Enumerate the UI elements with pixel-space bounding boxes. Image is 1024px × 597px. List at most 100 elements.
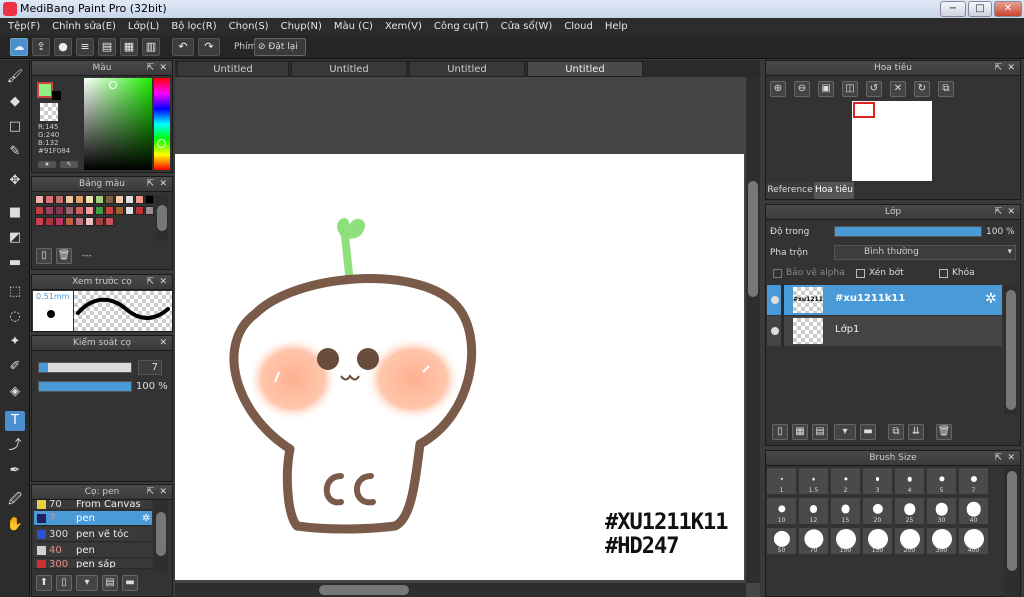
- close-button[interactable]: ✕: [994, 1, 1022, 17]
- float-icon[interactable]: ⇱: [146, 275, 154, 290]
- select-eraser-icon[interactable]: ◈: [5, 382, 25, 402]
- float-icon[interactable]: ⇱: [146, 485, 154, 500]
- close-panel-icon[interactable]: ✕: [159, 275, 167, 290]
- lock-checkbox[interactable]: [939, 269, 948, 278]
- color-tool-icon[interactable]: ✎: [60, 161, 78, 168]
- brush-size-cell[interactable]: 150: [862, 527, 893, 555]
- new-layer-icon[interactable]: ▯: [772, 424, 788, 440]
- menu-window[interactable]: Cửa sổ(W): [501, 21, 553, 32]
- new-palette-icon[interactable]: ▯: [36, 248, 52, 264]
- dot-tool-icon[interactable]: ✎: [5, 142, 25, 162]
- float-icon[interactable]: ⇱: [146, 61, 154, 76]
- palette-swatch[interactable]: [35, 206, 44, 215]
- chart-icon[interactable]: ▥: [142, 38, 160, 56]
- palette-swatch[interactable]: [85, 195, 94, 204]
- brush-size-cell[interactable]: 4: [894, 467, 925, 495]
- menu-layer[interactable]: Lớp(L): [128, 21, 159, 32]
- share-icon[interactable]: ⇪: [32, 38, 50, 56]
- brush-item-selected[interactable]: 7 pen ✲: [34, 511, 152, 526]
- palette-swatch[interactable]: [75, 195, 84, 204]
- hue-slider[interactable]: [154, 78, 170, 170]
- brush-add-icon[interactable]: ⬆: [36, 575, 52, 591]
- bucket-tool-icon[interactable]: ◩: [5, 228, 25, 248]
- undo-icon[interactable]: ↶: [172, 38, 194, 56]
- brush-size-cell[interactable]: 10: [766, 497, 797, 525]
- brush-size-cell[interactable]: 1.5: [798, 467, 829, 495]
- reset-button[interactable]: ⊘ Đặt lại: [254, 38, 306, 56]
- gradient-tool-icon[interactable]: ▬: [5, 253, 25, 273]
- protect-alpha-checkbox[interactable]: [773, 269, 782, 278]
- brush-size-cell[interactable]: 12: [798, 497, 829, 525]
- palette-swatch[interactable]: [105, 206, 114, 215]
- list-icon[interactable]: ≡: [76, 38, 94, 56]
- palette-swatch[interactable]: [85, 217, 94, 226]
- layer-menu-icon[interactable]: ▾: [834, 424, 856, 440]
- duplicate-layer-icon[interactable]: ⧉: [888, 424, 904, 440]
- palette-swatch[interactable]: [55, 206, 64, 215]
- comment-icon[interactable]: ●: [54, 38, 72, 56]
- brush-size-cell[interactable]: 40: [958, 497, 989, 525]
- palette-swatch[interactable]: [125, 195, 134, 204]
- brush-size-cell[interactable]: 7: [958, 467, 989, 495]
- brush-item[interactable]: 300 pen vẽ tóc: [34, 527, 152, 542]
- palette-swatch[interactable]: [95, 195, 104, 204]
- rotate-right-icon[interactable]: ↻: [914, 81, 930, 97]
- close-panel-icon[interactable]: ✕: [159, 61, 167, 76]
- brush-size-cell[interactable]: 70: [798, 527, 829, 555]
- brush-copy-icon[interactable]: ▤: [102, 575, 118, 591]
- tab-untitled-active[interactable]: Untitled: [527, 61, 643, 77]
- menu-file[interactable]: Tệp(F): [8, 21, 40, 32]
- layer-row-selected[interactable]: #xu1211k11 #xu1211k11 ✲: [767, 285, 1002, 315]
- brush-folder-icon[interactable]: ▬: [122, 575, 138, 591]
- brush-item[interactable]: 70 From Canvas: [34, 500, 152, 510]
- menu-color[interactable]: Màu (C): [334, 21, 373, 32]
- brush-size-value[interactable]: 7: [138, 360, 162, 375]
- palette-swatch[interactable]: [125, 206, 134, 215]
- actual-size-icon[interactable]: ◫: [842, 81, 858, 97]
- layer-opacity-slider[interactable]: [834, 226, 982, 237]
- operation-tool-icon[interactable]: ⤴: [5, 436, 25, 456]
- tab-untitled[interactable]: Untitled: [177, 61, 289, 77]
- palette-swatch[interactable]: [95, 217, 104, 226]
- palette-swatch[interactable]: [65, 206, 74, 215]
- maximize-button[interactable]: □: [968, 1, 992, 17]
- brush-size-slider[interactable]: [38, 362, 132, 373]
- menu-view[interactable]: Xem(V): [385, 21, 422, 32]
- palette-swatch[interactable]: [105, 195, 114, 204]
- brush-size-cell[interactable]: 2: [830, 467, 861, 495]
- drawing-canvas[interactable]: #XU1211K11 #HD247: [175, 154, 744, 580]
- palette-swatch[interactable]: [35, 195, 44, 204]
- palette-scrollbar[interactable]: [156, 195, 168, 241]
- eraser-tool-icon[interactable]: ◆: [5, 92, 25, 112]
- copy-view-icon[interactable]: ⧉: [938, 81, 954, 97]
- brush-size-cell[interactable]: 200: [894, 527, 925, 555]
- brush-size-cell[interactable]: 50: [766, 527, 797, 555]
- magic-wand-icon[interactable]: ✦: [5, 332, 25, 352]
- close-panel-icon[interactable]: ✕: [1007, 451, 1015, 466]
- tab-navigator[interactable]: Hoa tiêu: [814, 182, 854, 199]
- brush-size-cell[interactable]: 25: [894, 497, 925, 525]
- gear-icon[interactable]: ✲: [985, 291, 997, 307]
- canvas-workspace[interactable]: #XU1211K11 #HD247: [175, 77, 760, 597]
- merge-layer-icon[interactable]: ⇊: [908, 424, 924, 440]
- delete-layer-icon[interactable]: 🗑: [936, 424, 952, 440]
- rotate-left-icon[interactable]: ↺: [866, 81, 882, 97]
- palette-swatch[interactable]: [135, 206, 144, 215]
- hand-tool-icon[interactable]: ✋: [5, 515, 25, 535]
- minimize-button[interactable]: −: [940, 1, 966, 17]
- brush-size-cell[interactable]: 1: [766, 467, 797, 495]
- eye-icon[interactable]: [771, 327, 779, 335]
- fill-rect-tool-icon[interactable]: ■: [5, 203, 25, 223]
- tab-untitled[interactable]: Untitled: [409, 61, 525, 77]
- rect-tool-icon[interactable]: □: [5, 117, 25, 137]
- menu-edit[interactable]: Chỉnh sửa(E): [52, 21, 116, 32]
- gear-icon[interactable]: ✲: [142, 511, 150, 526]
- palette-swatch[interactable]: [115, 195, 124, 204]
- menu-cloud[interactable]: Cloud: [564, 21, 593, 32]
- palette-swatch[interactable]: [85, 206, 94, 215]
- dropper-icon[interactable]: 🖉: [5, 490, 25, 510]
- menu-select[interactable]: Chọn(S): [229, 21, 269, 32]
- eyedropper-icon[interactable]: ✒: [5, 461, 25, 481]
- folder-icon[interactable]: ▬: [860, 424, 876, 440]
- float-icon[interactable]: ⇱: [994, 451, 1002, 466]
